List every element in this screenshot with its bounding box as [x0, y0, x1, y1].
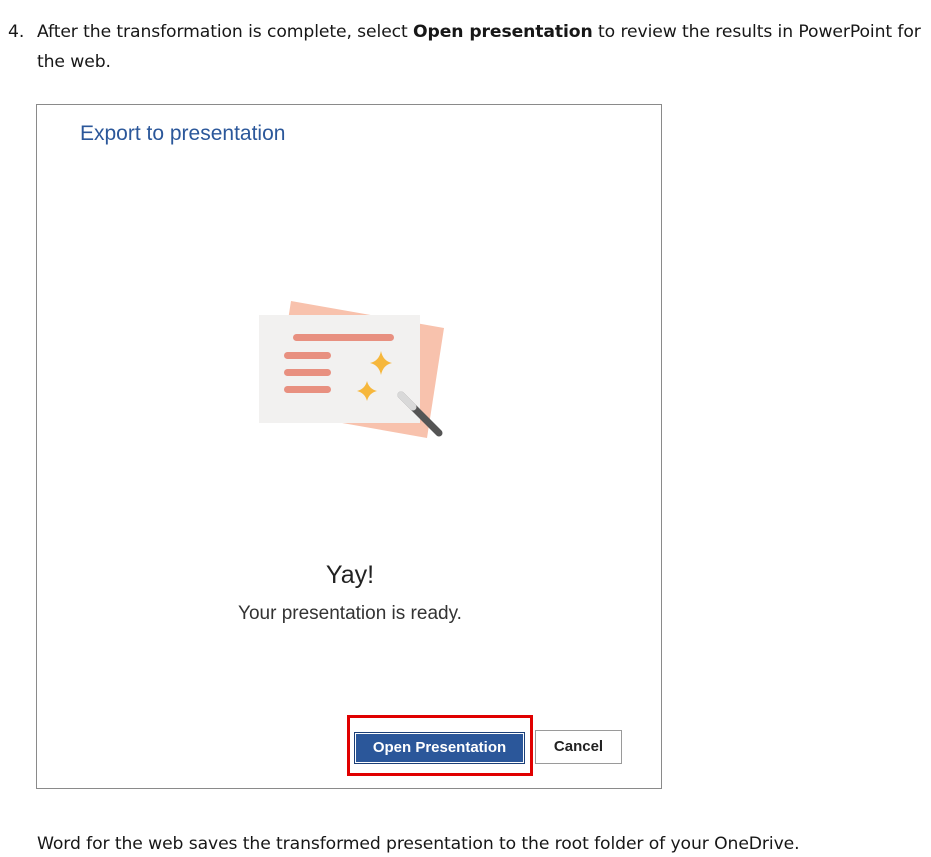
cancel-button[interactable]: Cancel	[535, 730, 622, 764]
step-text-before: After the transformation is complete, se…	[37, 22, 414, 42]
step-number: 4.	[8, 22, 25, 42]
export-dialog-screenshot: Export to presentation Yay! Your present…	[36, 104, 662, 789]
dialog-title: Export to presentation	[80, 122, 286, 145]
presentation-sparkle-wand-icon	[257, 301, 457, 451]
success-heading: Yay!	[325, 561, 375, 589]
footer-paragraph: Word for the web saves the transformed p…	[37, 834, 800, 854]
instruction-step: 4. After the transformation is complete,…	[8, 17, 928, 77]
open-presentation-button[interactable]: Open Presentation	[354, 732, 525, 764]
success-message: Your presentation is ready.	[238, 603, 462, 624]
step-text-bold: Open presentation	[413, 22, 593, 42]
step-text: After the transformation is complete, se…	[37, 17, 928, 77]
